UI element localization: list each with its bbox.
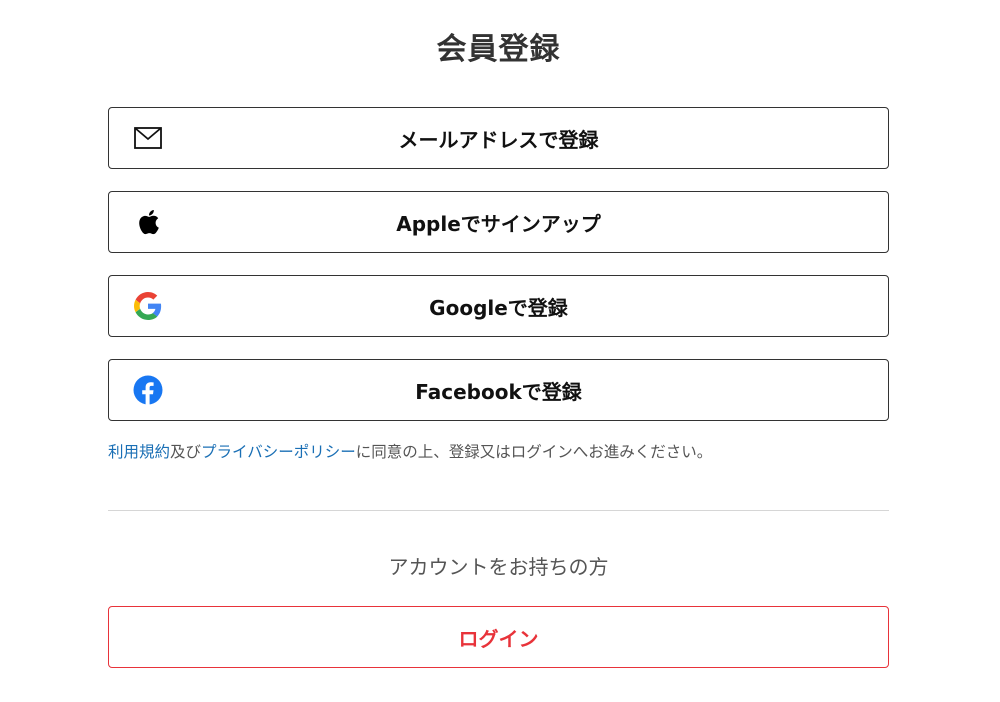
terms-link[interactable]: 利用規約 bbox=[108, 443, 170, 461]
facebook-icon bbox=[133, 375, 163, 405]
page-title: 会員登録 bbox=[436, 32, 561, 67]
google-signup-button[interactable]: Googleで登録 bbox=[108, 275, 889, 337]
email-signup-button[interactable]: メールアドレスで登録 bbox=[108, 107, 889, 169]
facebook-signup-button[interactable]: Facebookで登録 bbox=[108, 359, 889, 421]
privacy-policy-link[interactable]: プライバシーポリシー bbox=[201, 443, 356, 461]
google-icon bbox=[133, 291, 163, 321]
email-signup-label: メールアドレスで登録 bbox=[398, 127, 599, 152]
terms-and-text: 及び bbox=[170, 443, 202, 461]
mail-icon bbox=[133, 123, 163, 153]
apple-signup-button[interactable]: Appleでサインアップ bbox=[108, 191, 889, 253]
google-signup-label: Googleで登録 bbox=[429, 295, 568, 320]
login-button[interactable]: ログイン bbox=[108, 606, 889, 668]
terms-notice: 利用規約及びプライバシーポリシーに同意の上、登録又はログインへお進みください。 bbox=[108, 440, 889, 464]
login-button-label: ログイン bbox=[458, 626, 539, 651]
apple-signup-label: Appleでサインアップ bbox=[396, 211, 601, 236]
section-divider bbox=[108, 510, 889, 511]
terms-suffix-text: に同意の上、登録又はログインへお進みください。 bbox=[355, 443, 713, 461]
existing-account-prompt: アカウントをお持ちの方 bbox=[388, 555, 609, 579]
apple-icon bbox=[133, 207, 163, 237]
facebook-signup-label: Facebookで登録 bbox=[415, 379, 582, 404]
